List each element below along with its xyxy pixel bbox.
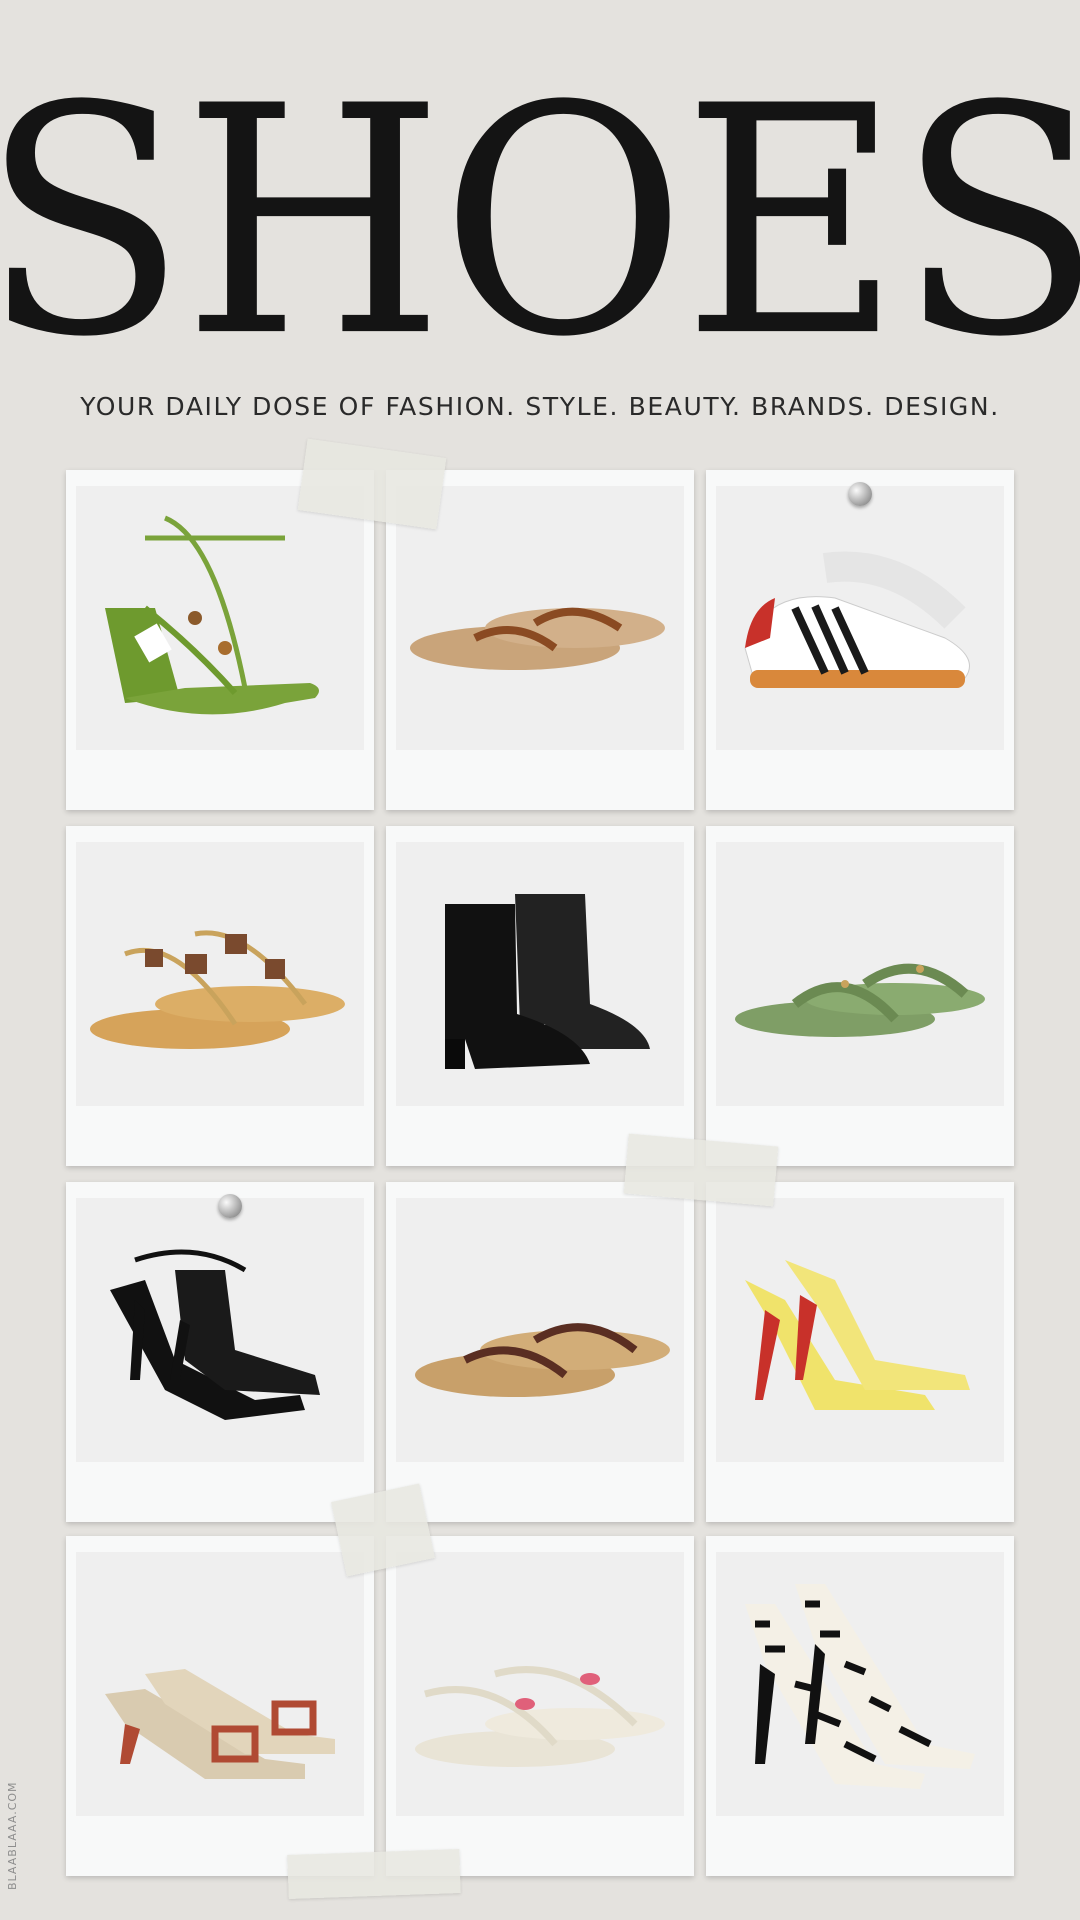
shoe-card-buckle-mules[interactable] <box>66 1536 374 1876</box>
ankle-boot-icon <box>445 894 650 1069</box>
shoe-photo <box>716 1198 1004 1462</box>
zebra-pump-icon <box>745 1584 975 1789</box>
shoe-photo <box>716 1552 1004 1816</box>
shoe-card-yellow-mules[interactable] <box>706 1182 1014 1522</box>
tan-flipflop-icon <box>410 607 665 670</box>
shoe-photo <box>76 842 364 1106</box>
shoe-card-flamingo-sandals[interactable] <box>386 1536 694 1876</box>
shoe-photo <box>76 1552 364 1816</box>
pin-icon <box>218 1194 242 1218</box>
shoe-grid <box>0 0 1080 1920</box>
shoe-card-zebra-pumps[interactable] <box>706 1536 1014 1876</box>
raffia-sandal-icon <box>415 1323 670 1397</box>
black-heeled-sandal-icon <box>110 1249 320 1420</box>
shoe-photo <box>716 486 1004 750</box>
shoe-photo <box>396 1552 684 1816</box>
watermark: BLAABLAAA.COM <box>6 1781 19 1890</box>
tape-strip <box>287 1849 461 1899</box>
shoe-card-green-wedge[interactable] <box>66 470 374 810</box>
jelly-flipflop-icon <box>735 963 985 1037</box>
shoe-card-gold-sandals[interactable] <box>66 826 374 1166</box>
shoe-photo <box>76 1198 364 1462</box>
yellow-mule-icon <box>745 1260 970 1410</box>
shoe-photo <box>396 842 684 1106</box>
buckle-mule-icon <box>105 1669 335 1779</box>
green-wedge-sandal-icon <box>105 515 319 715</box>
shoe-photo <box>396 1198 684 1462</box>
shoe-photo <box>716 842 1004 1106</box>
shoe-photo <box>396 486 684 750</box>
shoe-card-sneakers[interactable] <box>706 470 1014 810</box>
gold-sandal-icon <box>90 930 345 1049</box>
shoe-card-raffia-sandals[interactable] <box>386 1182 694 1522</box>
shoe-card-jelly-flipflops[interactable] <box>706 826 1014 1166</box>
shoe-photo <box>76 486 364 750</box>
flamingo-sandal-icon <box>415 1666 665 1767</box>
shoe-card-black-heels[interactable] <box>66 1182 374 1522</box>
pin-icon <box>848 482 872 506</box>
shoe-card-ankle-boots[interactable] <box>386 826 694 1166</box>
sneaker-icon <box>744 551 970 688</box>
